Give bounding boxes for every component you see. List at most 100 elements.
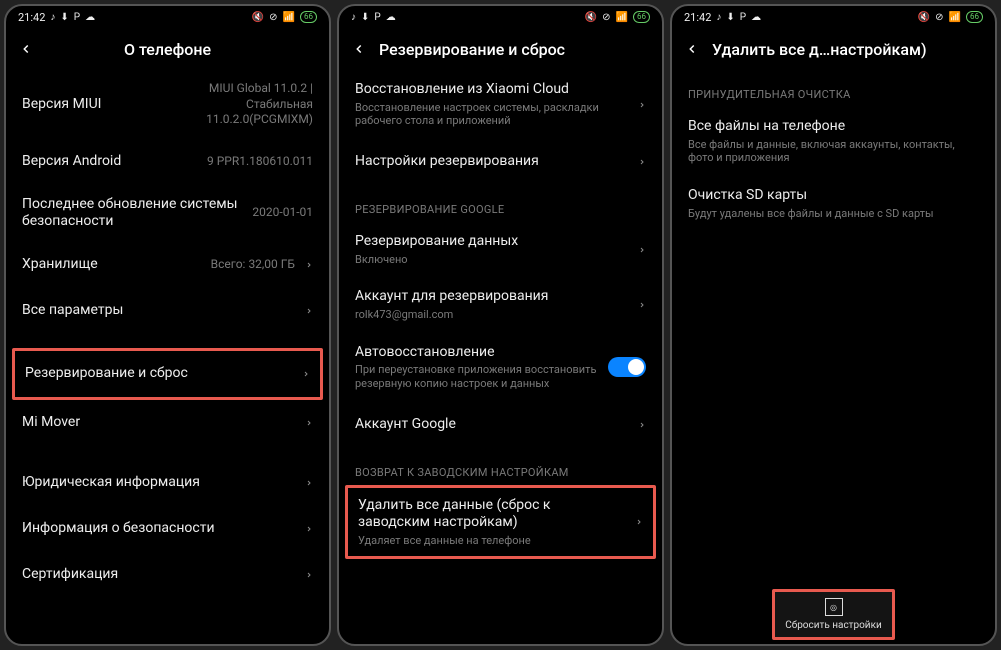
row-label: Автовосстановление	[355, 344, 598, 362]
row-sub: Все файлы и данные, включая аккаунты, ко…	[688, 138, 979, 166]
row-label: Хранилище	[22, 256, 211, 274]
row-all-params[interactable]: Все параметры	[6, 288, 329, 334]
chevron-right-icon	[638, 245, 646, 255]
tiktok-icon: ♪	[50, 12, 55, 23]
row-data-backup[interactable]: Резервирование данных Включено	[339, 222, 662, 277]
back-button[interactable]	[682, 39, 702, 59]
row-all-files-phone[interactable]: Все файлы на телефоне Все файлы и данные…	[672, 107, 995, 176]
row-label: Версия MIUI	[22, 96, 173, 114]
row-label: Аккаунт Google	[355, 416, 628, 434]
toggle-on-icon[interactable]	[608, 357, 646, 377]
chevron-right-icon	[638, 100, 646, 110]
row-value: MIUI Global 11.0.2 | Стабильная 11.0.2.0…	[173, 81, 313, 128]
title-bar: Удалить все д…настройкам)	[672, 28, 995, 70]
row-value: Всего: 32,00 ГБ	[211, 257, 295, 273]
row-clean-sd-card[interactable]: Очистка SD карты Будут удалены все файлы…	[672, 176, 995, 231]
row-backup-settings[interactable]: Настройки резервирования	[339, 139, 662, 185]
mute-icon: 🔇	[252, 12, 264, 23]
row-security-info[interactable]: Информация о безопасности	[6, 506, 329, 552]
row-auto-restore[interactable]: Автовосстановление При переустановке при…	[339, 333, 662, 402]
row-label: Резервирование и сброс	[25, 365, 292, 383]
row-label: Резервирование данных	[355, 233, 628, 251]
highlight-erase-all: Удалить все данные (сброс к заводским на…	[345, 485, 656, 560]
row-miui-version[interactable]: Версия MIUI MIUI Global 11.0.2 | Стабиль…	[6, 70, 329, 139]
row-label: Восстановление из Xiaomi Cloud	[355, 81, 628, 99]
reset-icon: ◎	[825, 598, 843, 616]
chevron-right-icon	[305, 570, 313, 580]
chevron-right-icon	[305, 306, 313, 316]
backup-content: Восстановление из Xiaomi Cloud Восстанов…	[339, 70, 662, 644]
status-time: 21:42	[18, 11, 45, 24]
chevron-right-icon	[305, 418, 313, 428]
row-sub: rolk473@gmail.com	[355, 308, 628, 322]
row-sub: Восстановление настроек системы, расклад…	[355, 101, 628, 129]
highlight-reset-action: ◎ Сбросить настройки	[772, 589, 895, 640]
row-label: Версия Android	[22, 153, 207, 171]
row-label: Юридическая информация	[22, 474, 295, 492]
title-bar: О телефоне	[6, 28, 329, 70]
download-icon: ⬇	[60, 12, 68, 23]
chevron-right-icon	[635, 517, 643, 527]
row-mi-mover[interactable]: Mi Mover	[6, 400, 329, 446]
row-storage[interactable]: Хранилище Всего: 32,00 ГБ	[6, 242, 329, 288]
download-icon: ⬇	[726, 12, 734, 23]
download-icon: ⬇	[361, 12, 369, 23]
signal-icon: 📶	[949, 12, 961, 23]
highlight-backup-reset: Резервирование и сброс	[12, 348, 323, 400]
row-label: Все файлы на телефоне	[688, 118, 979, 136]
row-value: 2020-01-01	[252, 205, 313, 221]
chevron-right-icon	[305, 478, 313, 488]
row-label: Очистка SD карты	[688, 187, 979, 205]
cloud-icon: ☁	[85, 12, 95, 23]
battery-icon: 66	[300, 11, 317, 23]
phone-backup-reset: ♪ ⬇ P ☁ 🔇 ⊘ 📶 66 Резервирование и сброс …	[337, 4, 664, 646]
row-android-version[interactable]: Версия Android 9 PPR1.180610.011	[6, 139, 329, 185]
row-erase-all-data[interactable]: Удалить все данные (сброс к заводским на…	[348, 488, 653, 557]
no-sim-icon: ⊘	[269, 12, 277, 23]
status-time: 21:42	[684, 11, 711, 24]
reset-settings-button[interactable]: ◎ Сбросить настройки	[775, 592, 892, 637]
row-label: Настройки резервирования	[355, 153, 628, 171]
row-label: Все параметры	[22, 302, 295, 320]
row-security-update[interactable]: Последнее обновление системы безопасност…	[6, 185, 329, 242]
cloud-icon: ☁	[386, 12, 396, 23]
status-bar: 21:42 ♪ ⬇ P ☁ 🔇 ⊘ 📶 66	[6, 6, 329, 28]
status-bar: 21:42 ♪ ⬇ P ☁ 🔇 ⊘ 📶 66	[672, 6, 995, 28]
section-header-force-clean: ПРИНУДИТЕЛЬНАЯ ОЧИСТКА	[672, 70, 995, 107]
p-icon: P	[740, 12, 746, 23]
row-sub: Удаляет все данные на телефоне	[358, 534, 625, 548]
chevron-right-icon	[305, 260, 313, 270]
phone-about: 21:42 ♪ ⬇ P ☁ 🔇 ⊘ 📶 66 О телефоне Версия…	[4, 4, 331, 646]
no-sim-icon: ⊘	[602, 12, 610, 23]
mute-icon: 🔇	[918, 12, 930, 23]
battery-icon: 66	[633, 11, 650, 23]
battery-icon: 66	[966, 11, 983, 23]
back-button[interactable]	[349, 39, 369, 59]
row-legal[interactable]: Юридическая информация	[6, 460, 329, 506]
erase-content: ПРИНУДИТЕЛЬНАЯ ОЧИСТКА Все файлы на теле…	[672, 70, 995, 644]
row-restore-xiaomi-cloud[interactable]: Восстановление из Xiaomi Cloud Восстанов…	[339, 70, 662, 139]
row-sub: Будут удалены все файлы и данные с SD ка…	[688, 207, 979, 221]
section-header-google: РЕЗЕРВИРОВАНИЕ GOOGLE	[339, 185, 662, 222]
chevron-right-icon	[638, 157, 646, 167]
signal-icon: 📶	[616, 12, 628, 23]
row-label: Последнее обновление системы безопасност…	[22, 196, 252, 231]
chevron-right-icon	[638, 300, 646, 310]
row-backup-reset[interactable]: Резервирование и сброс	[15, 351, 320, 397]
no-sim-icon: ⊘	[935, 12, 943, 23]
row-label: Информация о безопасности	[22, 520, 295, 538]
row-label: Mi Mover	[22, 414, 295, 432]
reset-label: Сбросить настройки	[785, 620, 882, 631]
chevron-right-icon	[305, 524, 313, 534]
row-label: Аккаунт для резервирования	[355, 288, 628, 306]
title-bar: Резервирование и сброс	[339, 28, 662, 70]
chevron-right-icon	[638, 420, 646, 430]
row-certification[interactable]: Сертификация	[6, 552, 329, 598]
page-title: Резервирование и сброс	[379, 40, 652, 59]
row-backup-account[interactable]: Аккаунт для резервирования rolk473@gmail…	[339, 277, 662, 332]
row-label: Удалить все данные (сброс к заводским на…	[358, 497, 625, 532]
tiktok-icon: ♪	[351, 12, 356, 23]
row-google-account[interactable]: Аккаунт Google	[339, 402, 662, 448]
phone-erase-all: 21:42 ♪ ⬇ P ☁ 🔇 ⊘ 📶 66 Удалить все д…нас…	[670, 4, 997, 646]
row-sub: При переустановке приложения восстановит…	[355, 363, 598, 391]
